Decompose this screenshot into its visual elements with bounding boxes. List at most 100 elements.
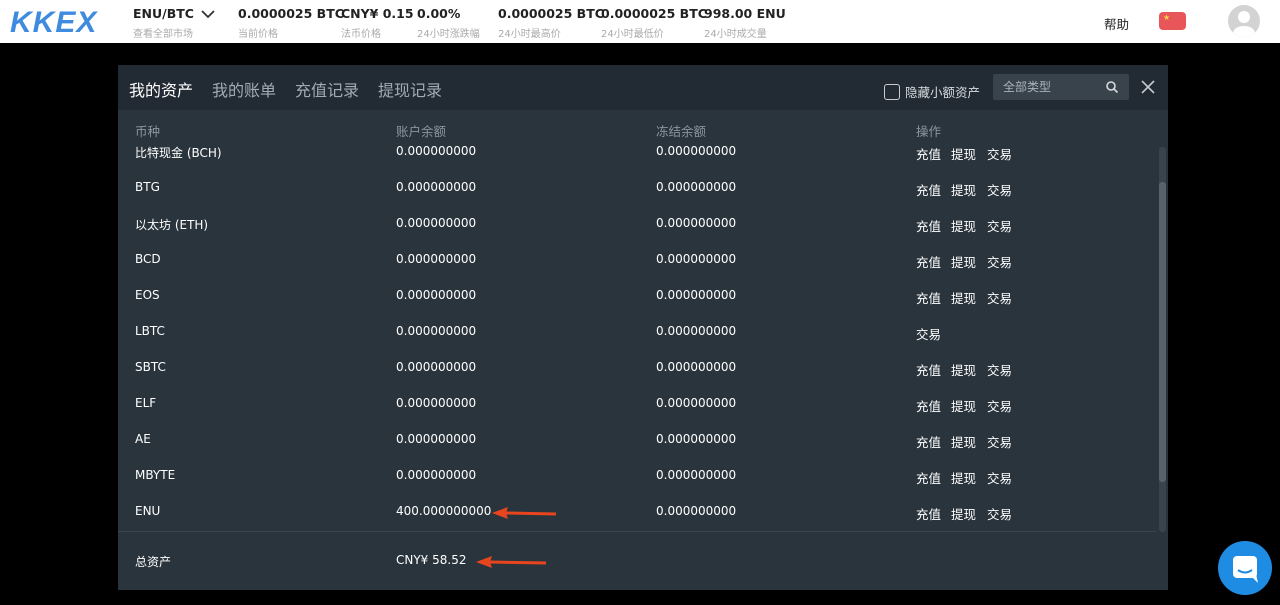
deposit-link[interactable]: 充值	[916, 468, 941, 487]
coin-name: EOS	[135, 288, 160, 302]
stat-24h-high: 0.0000025 BTC 24小时最高价	[498, 6, 604, 40]
column-header-coin: 币种	[135, 124, 161, 139]
stat-fiat-price: CNY¥ 0.15 法币价格	[341, 6, 414, 40]
divider	[118, 531, 1156, 532]
market-sub-label[interactable]: 查看全部市场	[133, 25, 194, 40]
coin-name: SBTC	[135, 360, 166, 374]
withdraw-link[interactable]: 提现	[951, 360, 976, 379]
trade-link[interactable]: 交易	[987, 216, 1012, 235]
withdraw-link[interactable]: 提现	[951, 396, 976, 415]
total-assets-value: CNY¥ 58.52	[396, 553, 467, 567]
frozen-balance: 0.000000000	[656, 504, 737, 518]
deposit-link[interactable]: 充值	[916, 144, 941, 163]
withdraw-link[interactable]: 提现	[951, 144, 976, 163]
table-row: ELF 0.000000000 0.000000000 充值 提现 交易	[118, 395, 1156, 431]
withdraw-link[interactable]: 提现	[951, 468, 976, 487]
withdraw-link[interactable]: 提现	[951, 180, 976, 199]
account-balance: 400.000000000	[396, 504, 492, 518]
trade-link[interactable]: 交易	[987, 144, 1012, 163]
tab-deposit-records[interactable]: 充值记录	[295, 77, 359, 101]
frozen-balance: 0.000000000	[656, 288, 737, 302]
deposit-link[interactable]: 充值	[916, 180, 941, 199]
withdraw-link[interactable]: 提现	[951, 216, 976, 235]
deposit-link[interactable]: 充值	[916, 432, 941, 451]
account-balance: 0.000000000	[396, 468, 477, 482]
deposit-link[interactable]: 充值	[916, 252, 941, 271]
close-icon[interactable]	[1139, 78, 1157, 96]
coin-name: 比特现金 (BCH)	[135, 146, 222, 160]
account-balance: 0.000000000	[396, 324, 477, 338]
column-header-balance: 账户余额	[396, 124, 447, 139]
table-row: 以太坊 (ETH) 0.000000000 0.000000000 充值 提现 交易	[118, 215, 1156, 251]
account-balance: 0.000000000	[396, 288, 477, 302]
assets-modal: 我的资产 我的账单 充值记录 提现记录 隐藏小额资产 币种 账户余额 冻结余额 …	[118, 65, 1168, 590]
modal-header: 我的资产 我的账单 充值记录 提现记录 隐藏小额资产	[118, 65, 1168, 110]
user-avatar-icon[interactable]	[1228, 5, 1260, 37]
stat-label: 24小时最高价	[498, 29, 561, 40]
table-row: BCD 0.000000000 0.000000000 充值 提现 交易	[118, 251, 1156, 287]
top-navigation-bar: KKEX ENU/BTC 查看全部市场 0.0000025 BTC 当前价格 C…	[0, 0, 1280, 43]
table-row: 比特现金 (BCH) 0.000000000 0.000000000 充值 提现 交易	[118, 143, 1156, 179]
trade-link[interactable]: 交易	[987, 468, 1012, 487]
tab-my-assets[interactable]: 我的资产	[129, 77, 193, 101]
trade-link[interactable]: 交易	[987, 432, 1012, 451]
tab-withdraw-records[interactable]: 提现记录	[378, 77, 442, 101]
chevron-down-icon[interactable]	[200, 8, 216, 20]
china-flag-icon[interactable]: ★	[1159, 12, 1186, 30]
scrollbar[interactable]	[1159, 147, 1166, 532]
help-link[interactable]: 帮助	[1104, 14, 1129, 33]
deposit-link[interactable]: 充值	[916, 288, 941, 307]
withdraw-link[interactable]: 提现	[951, 432, 976, 451]
table-row: LBTC 0.000000000 0.000000000 交易	[118, 323, 1156, 359]
scrollbar-thumb[interactable]	[1159, 182, 1166, 482]
withdraw-link[interactable]: 提现	[951, 288, 976, 307]
trade-link[interactable]: 交易	[987, 180, 1012, 199]
trade-link[interactable]: 交易	[987, 360, 1012, 379]
stat-24h-change: 0.00% 24小时涨跌幅	[417, 6, 480, 40]
withdraw-link[interactable]: 提现	[951, 504, 976, 523]
coin-name: AE	[135, 432, 151, 446]
stat-value: CNY¥ 0.15	[341, 6, 414, 21]
deposit-link[interactable]: 充值	[916, 360, 941, 379]
table-row: BTG 0.000000000 0.000000000 充值 提现 交易	[118, 179, 1156, 215]
column-header-actions: 操作	[916, 124, 942, 139]
stat-current-price: 0.0000025 BTC 当前价格	[238, 6, 344, 40]
kkex-logo[interactable]: KKEX	[10, 6, 97, 40]
market-pair[interactable]: ENU/BTC	[133, 6, 194, 21]
deposit-link[interactable]: 充值	[916, 396, 941, 415]
frozen-balance: 0.000000000	[656, 396, 737, 410]
deposit-link[interactable]: 充值	[916, 216, 941, 235]
table-row: ENU 400.000000000 0.000000000 充值 提现 交易	[118, 503, 1156, 539]
account-balance: 0.000000000	[396, 180, 477, 194]
stat-label: 当前价格	[238, 29, 278, 40]
market-selector[interactable]: ENU/BTC 查看全部市场	[133, 6, 194, 40]
stat-label: 24小时成交量	[704, 29, 767, 40]
type-filter[interactable]	[993, 74, 1129, 100]
hide-small-checkbox[interactable]	[884, 83, 900, 100]
tab-my-bills[interactable]: 我的账单	[212, 77, 276, 101]
column-header-frozen: 冻结余额	[656, 124, 707, 139]
coin-name: BTG	[135, 180, 160, 194]
trade-link[interactable]: 交易	[987, 252, 1012, 271]
coin-name: ENU	[135, 504, 161, 518]
trade-link[interactable]: 交易	[916, 324, 941, 343]
trade-link[interactable]: 交易	[987, 396, 1012, 415]
frozen-balance: 0.000000000	[656, 144, 737, 158]
account-balance: 0.000000000	[396, 252, 477, 266]
account-balance: 0.000000000	[396, 396, 477, 410]
annotation-arrow-icon	[492, 507, 557, 519]
chat-widget-button[interactable]	[1218, 541, 1272, 595]
trade-link[interactable]: 交易	[987, 288, 1012, 307]
total-assets-label: 总资产	[135, 555, 172, 569]
account-balance: 0.000000000	[396, 432, 477, 446]
account-balance: 0.000000000	[396, 144, 477, 158]
table-row: SBTC 0.000000000 0.000000000 充值 提现 交易	[118, 359, 1156, 395]
frozen-balance: 0.000000000	[656, 432, 737, 446]
withdraw-link[interactable]: 提现	[951, 252, 976, 271]
search-icon[interactable]	[1105, 80, 1119, 94]
deposit-link[interactable]: 充值	[916, 504, 941, 523]
type-search-input[interactable]	[993, 74, 1103, 100]
stat-value: 998.00 ENU	[704, 6, 786, 21]
trade-link[interactable]: 交易	[987, 504, 1012, 523]
hide-small-assets-toggle[interactable]: 隐藏小额资产	[884, 82, 980, 101]
